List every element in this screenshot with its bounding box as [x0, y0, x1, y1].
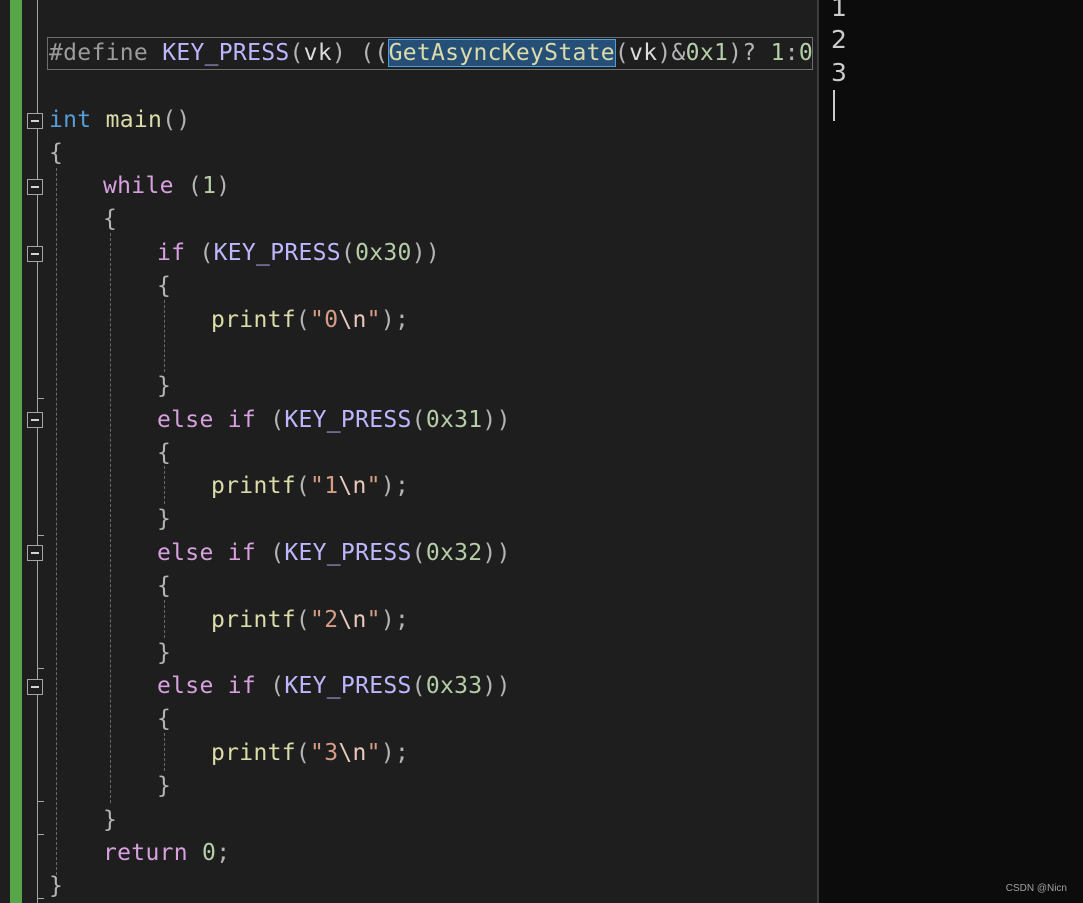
branch-condition[interactable]: else if (KEY_PRESS(0x32)) [157, 537, 511, 570]
console-line: 3 [831, 58, 847, 87]
branch-keyword: else if [157, 673, 257, 699]
while-line[interactable]: while (1) [103, 170, 230, 203]
change-tracking-bar [10, 0, 22, 903]
string-literal: 0 [324, 307, 339, 333]
macro-name: KEY_PRESS [162, 40, 290, 66]
macro-call: KEY_PRESS [284, 673, 412, 699]
branch-condition[interactable]: else if (KEY_PRESS(0x33)) [157, 670, 511, 703]
macro-param-use: vk [629, 40, 658, 66]
brace-open: { [49, 140, 64, 166]
brace-close: } [49, 873, 64, 899]
return-statement[interactable]: return 0; [103, 837, 230, 870]
printf-call: printf [211, 740, 296, 766]
return-value: 0 [202, 840, 217, 866]
function-name: main [105, 107, 163, 133]
macro-call: KEY_PRESS [284, 540, 412, 566]
macro-call: KEY_PRESS [213, 240, 341, 266]
fold-end-tick [37, 535, 44, 536]
indent-guide [164, 733, 165, 771]
code-editor[interactable]: #define KEY_PRESS(vk) ((GetAsyncKeyState… [0, 0, 817, 903]
macro-call: KEY_PRESS [284, 407, 412, 433]
console-line: 1 [831, 0, 847, 22]
brace-close: } [157, 373, 172, 399]
branch-condition[interactable]: else if (KEY_PRESS(0x31)) [157, 404, 511, 437]
brace-open: { [157, 706, 172, 732]
return-keyword: return [103, 840, 188, 866]
indent-guide [164, 300, 165, 372]
branch-condition[interactable]: if (KEY_PRESS(0x30)) [157, 237, 440, 270]
collapse-main-icon[interactable] [27, 113, 43, 129]
printf-call: printf [211, 607, 296, 633]
fold-end-tick [37, 898, 44, 899]
brace-open: { [157, 273, 172, 299]
collapse-else-if-1-icon[interactable] [27, 412, 43, 428]
indent-guide [164, 600, 165, 638]
collapse-else-if-2-icon[interactable] [27, 545, 43, 561]
brace-open: { [103, 206, 118, 232]
brace-open: { [157, 573, 172, 599]
macro-param: vk [303, 40, 332, 66]
true-value: 1 [770, 40, 785, 66]
escape-sequence: \n [338, 740, 367, 766]
define-directive: #define [49, 40, 149, 66]
fold-end-tick [37, 398, 44, 399]
outline-fold-line [37, 0, 38, 903]
indent-guide [110, 233, 111, 803]
branch-keyword: else if [157, 407, 257, 433]
console-line: 2 [831, 25, 847, 54]
string-literal: 1 [324, 473, 339, 499]
key-code: 0x32 [425, 540, 483, 566]
false-value: 0 [798, 40, 814, 66]
escape-sequence: \n [338, 473, 367, 499]
console-output-panel[interactable]: 1 2 3 CSDN @Nicn [817, 0, 1083, 903]
string-literal: 3 [324, 740, 339, 766]
key-code: 0x31 [425, 407, 483, 433]
escape-sequence: \n [338, 607, 367, 633]
indent-guide [56, 168, 57, 880]
branch-keyword: if [157, 240, 186, 266]
define-line[interactable]: #define KEY_PRESS(vk) ((GetAsyncKeyState… [49, 37, 817, 70]
watermark: CSDN @Nicn [1005, 883, 1067, 894]
while-keyword: while [103, 173, 174, 199]
brace-close: } [157, 640, 172, 666]
brace-close: } [103, 807, 118, 833]
string-literal: 2 [324, 607, 339, 633]
console-cursor [833, 90, 835, 121]
printf-call: printf [211, 307, 296, 333]
collapse-while-icon[interactable] [27, 179, 43, 195]
key-code: 0x30 [355, 240, 412, 266]
fold-end-tick [37, 668, 44, 669]
printf-statement[interactable]: printf("2\n"); [211, 604, 409, 637]
brace-open: { [157, 440, 172, 466]
fold-end-tick [37, 801, 44, 802]
printf-statement[interactable]: printf("3\n"); [211, 737, 409, 770]
collapse-else-if-3-icon[interactable] [27, 679, 43, 695]
selected-identifier[interactable]: GetAsyncKeyState [387, 39, 616, 67]
escape-sequence: \n [338, 307, 367, 333]
main-signature[interactable]: int main() [49, 104, 191, 137]
return-type: int [49, 107, 92, 133]
branch-keyword: else if [157, 540, 257, 566]
brace-close: } [157, 506, 172, 532]
mask-value: 0x1 [685, 40, 729, 66]
printf-call: printf [211, 473, 296, 499]
collapse-if-icon[interactable] [27, 246, 43, 262]
brace-close: } [157, 773, 172, 799]
while-condition: 1 [202, 173, 217, 199]
indent-guide [164, 466, 165, 504]
printf-statement[interactable]: printf("0\n"); [211, 304, 409, 337]
key-code: 0x33 [425, 673, 483, 699]
printf-statement[interactable]: printf("1\n"); [211, 470, 409, 503]
fold-end-tick [37, 834, 44, 835]
